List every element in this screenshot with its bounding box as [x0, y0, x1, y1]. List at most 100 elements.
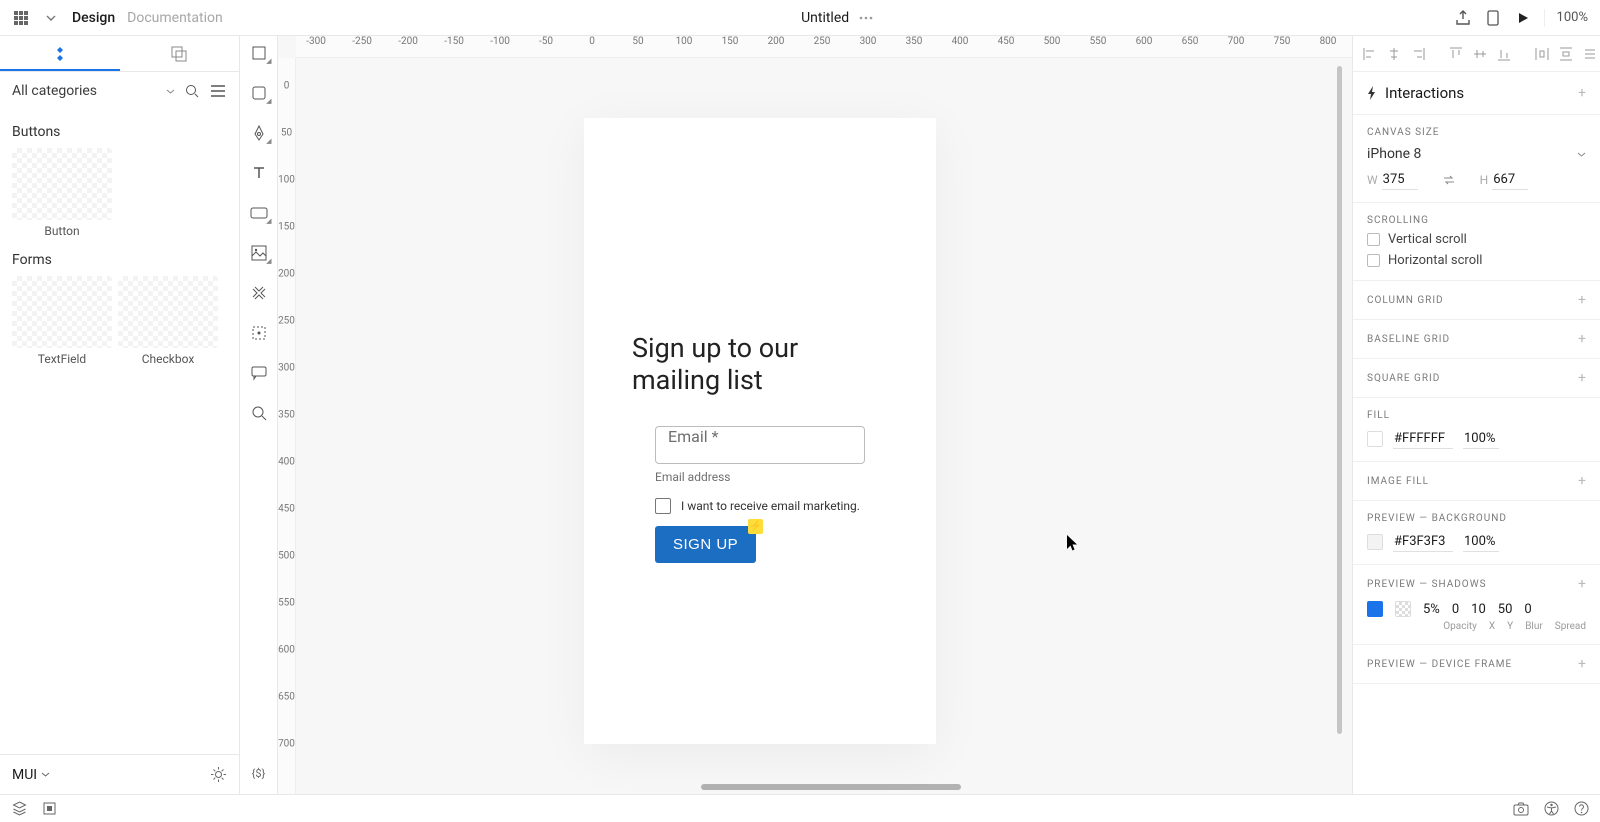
camera-icon[interactable]	[1512, 800, 1530, 818]
shadow-opacity-lbl: Opacity	[1443, 621, 1477, 632]
preview-bg-swatch[interactable]	[1367, 534, 1383, 550]
play-icon[interactable]	[1514, 9, 1532, 27]
marketing-label: I want to receive email marketing.	[681, 499, 860, 513]
shadow-x-field[interactable]: 0	[1452, 602, 1459, 617]
swap-icon[interactable]	[1440, 171, 1458, 189]
left-tab-components[interactable]	[0, 36, 120, 71]
tool-button[interactable]: ◢	[248, 202, 270, 224]
align-right-icon[interactable]	[1409, 45, 1427, 63]
chevron-down-icon[interactable]	[42, 9, 60, 27]
align-left-icon[interactable]	[1361, 45, 1379, 63]
accessibility-icon[interactable]	[1542, 800, 1560, 818]
distribute-h-icon[interactable]	[1533, 45, 1551, 63]
component-thumb-button[interactable]	[12, 148, 112, 220]
add-interaction[interactable]: +	[1578, 86, 1586, 100]
canvas-preset-dropdown[interactable]: iPhone 8	[1367, 146, 1586, 162]
vscroll-label: Vertical scroll	[1388, 232, 1467, 247]
align-top-icon[interactable]	[1447, 45, 1465, 63]
hscroll-checkbox[interactable]	[1367, 254, 1380, 267]
canvas-preset-label: iPhone 8	[1367, 146, 1421, 162]
alignment-row	[1353, 36, 1600, 72]
tool-search[interactable]	[248, 402, 270, 424]
device-icon[interactable]	[1484, 9, 1502, 27]
distribute-space-icon[interactable]	[1581, 45, 1599, 63]
tool-variables[interactable]: {$}	[248, 762, 270, 784]
list-view-icon[interactable]	[209, 82, 227, 100]
frame-iphone8[interactable]: Sign up to our mailing list Email * Emai…	[584, 118, 936, 744]
bolt-icon	[1367, 86, 1377, 100]
shadow-opacity-field[interactable]: 5%	[1423, 602, 1440, 617]
app-grid-icon[interactable]	[12, 9, 30, 27]
tool-pen[interactable]: ◢	[248, 122, 270, 144]
canvas-height-field[interactable]: H667	[1480, 170, 1529, 190]
component-label-textfield: TextField	[12, 352, 112, 366]
document-title[interactable]: Untitled	[801, 10, 849, 26]
zoom-level[interactable]: 100%	[1557, 10, 1588, 25]
align-vcenter-icon[interactable]	[1471, 45, 1489, 63]
tool-frame[interactable]: ◢	[248, 42, 270, 64]
left-tab-elements[interactable]	[120, 36, 240, 71]
library-label: MUI	[12, 767, 37, 783]
toolstrip: ◢ ◢ ◢ ◢ ◢ {$}	[240, 36, 278, 794]
signup-button[interactable]: SIGN UP⚡	[655, 526, 756, 563]
vscroll-checkbox[interactable]	[1367, 233, 1380, 246]
align-hcenter-icon[interactable]	[1385, 45, 1403, 63]
tool-shape[interactable]: ◢	[248, 82, 270, 104]
interaction-badge-icon: ⚡	[748, 519, 763, 534]
gear-icon[interactable]	[209, 766, 227, 784]
add-square-grid[interactable]: +	[1578, 371, 1586, 385]
add-column-grid[interactable]: +	[1578, 293, 1586, 307]
shadow-spread-field[interactable]: 0	[1524, 602, 1531, 617]
shadow-color-swatch[interactable]	[1395, 601, 1411, 617]
fill-title: FILL	[1367, 410, 1586, 421]
scrolling-title: SCROLLING	[1367, 215, 1586, 226]
preview-bg-title: PREVIEW — BACKGROUND	[1367, 513, 1586, 524]
fill-opacity-field[interactable]: 100%	[1463, 429, 1499, 449]
more-icon[interactable]	[857, 9, 875, 27]
preview-bg-hex-field[interactable]: #F3F3F3	[1393, 532, 1453, 552]
marketing-checkbox[interactable]	[655, 498, 671, 514]
category-label: All categories	[12, 83, 97, 99]
scrollbar-horizontal[interactable]	[701, 784, 961, 790]
tool-component[interactable]	[248, 282, 270, 304]
shadow-x-lbl: X	[1489, 621, 1495, 632]
tool-text[interactable]	[248, 162, 270, 184]
topbar: Design Documentation Untitled 100%	[0, 0, 1600, 36]
component-thumb-checkbox[interactable]	[118, 276, 218, 348]
right-panel: Interactions + CANVAS SIZE iPhone 8 W375…	[1352, 36, 1600, 794]
tab-design[interactable]: Design	[72, 10, 115, 26]
scrollbar-vertical[interactable]	[1337, 66, 1342, 734]
fill-hex-field[interactable]: #FFFFFF	[1393, 429, 1453, 449]
ruler-vertical: 0501001502002503003504004505005506006507…	[278, 58, 296, 794]
layers-icon[interactable]	[10, 800, 28, 818]
search-icon[interactable]	[183, 82, 201, 100]
preview-bg-opacity-field[interactable]: 100%	[1463, 532, 1499, 552]
component-thumb-textfield[interactable]	[12, 276, 112, 348]
canvas-width-field[interactable]: W375	[1367, 170, 1418, 190]
tab-documentation[interactable]: Documentation	[127, 10, 223, 26]
artboard-icon[interactable]	[40, 800, 58, 818]
tool-image[interactable]: ◢	[248, 242, 270, 264]
fill-swatch[interactable]	[1367, 431, 1383, 447]
add-image-fill[interactable]: +	[1578, 474, 1586, 488]
shadow-blur-field[interactable]: 50	[1498, 602, 1513, 617]
image-fill-title: IMAGE FILL	[1367, 476, 1429, 487]
add-shadow[interactable]: +	[1578, 577, 1586, 591]
component-label-checkbox: Checkbox	[118, 352, 218, 366]
library-dropdown[interactable]: MUI	[12, 767, 50, 783]
shadow-enabled-checkbox[interactable]	[1367, 601, 1383, 617]
add-device-frame[interactable]: +	[1578, 657, 1586, 671]
add-baseline-grid[interactable]: +	[1578, 332, 1586, 346]
email-field[interactable]: Email *	[655, 426, 865, 464]
canvas[interactable]: -300-250-200-150-100-5005010015020025030…	[278, 36, 1352, 794]
bottombar	[0, 794, 1600, 822]
export-icon[interactable]	[1454, 9, 1472, 27]
signup-label: SIGN UP	[673, 536, 738, 553]
align-bottom-icon[interactable]	[1495, 45, 1513, 63]
distribute-v-icon[interactable]	[1557, 45, 1575, 63]
tool-slot[interactable]	[248, 322, 270, 344]
category-dropdown[interactable]: All categories	[12, 83, 175, 99]
shadow-y-field[interactable]: 10	[1471, 602, 1486, 617]
tool-comment[interactable]	[248, 362, 270, 384]
help-icon[interactable]	[1572, 800, 1590, 818]
